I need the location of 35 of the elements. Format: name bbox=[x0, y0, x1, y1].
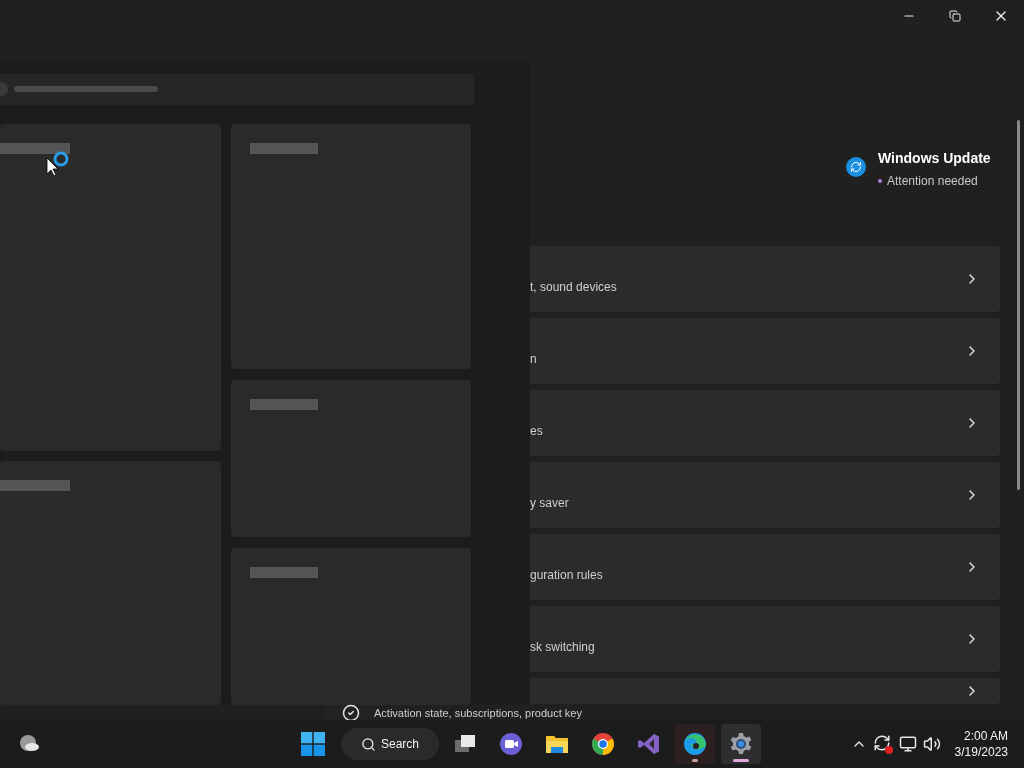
row-description: y saver bbox=[530, 495, 569, 512]
browser-icon bbox=[591, 732, 615, 756]
row-description: guration rules bbox=[530, 567, 603, 584]
settings-row[interactable]: t, sound devices bbox=[530, 246, 1000, 312]
row-description: t, sound devices bbox=[530, 279, 617, 296]
row-description: Activation state, subscriptions, product key bbox=[374, 706, 582, 720]
row-description: es bbox=[530, 423, 543, 440]
check-circle-icon bbox=[342, 704, 360, 722]
taskbar-app[interactable] bbox=[675, 724, 715, 764]
row-description: n bbox=[530, 351, 537, 368]
infinity-logo-icon bbox=[637, 732, 661, 756]
network-icon[interactable] bbox=[898, 735, 917, 753]
clock[interactable]: 2:00 AM 3/19/2023 bbox=[954, 728, 1008, 760]
busy-cursor-icon bbox=[46, 150, 70, 178]
taskbar-app[interactable] bbox=[721, 724, 761, 764]
settings-row[interactable]: y saver bbox=[530, 462, 1000, 528]
folder-icon bbox=[545, 733, 569, 755]
settings-row[interactable]: es bbox=[530, 390, 1000, 456]
windows-logo-icon bbox=[301, 732, 325, 756]
update-title[interactable]: Windows Update bbox=[878, 148, 991, 169]
gear-icon bbox=[729, 732, 753, 756]
volume-icon[interactable] bbox=[922, 735, 941, 753]
video-chat-icon bbox=[499, 732, 523, 756]
search-icon bbox=[361, 736, 376, 752]
weather-icon[interactable] bbox=[17, 734, 41, 754]
sync-alert-icon[interactable] bbox=[872, 734, 893, 754]
settings-row[interactable]: sk switching bbox=[530, 606, 1000, 672]
wave-logo-icon bbox=[683, 732, 707, 756]
settings-row[interactable]: n bbox=[530, 318, 1000, 384]
sync-icon bbox=[846, 157, 866, 177]
row-description: sk switching bbox=[530, 639, 595, 656]
settings-row[interactable]: guration rules bbox=[530, 534, 1000, 600]
update-status: Attention needed bbox=[887, 173, 978, 190]
taskbar-search[interactable]: Search bbox=[341, 728, 439, 760]
restore-icon bbox=[949, 10, 961, 22]
